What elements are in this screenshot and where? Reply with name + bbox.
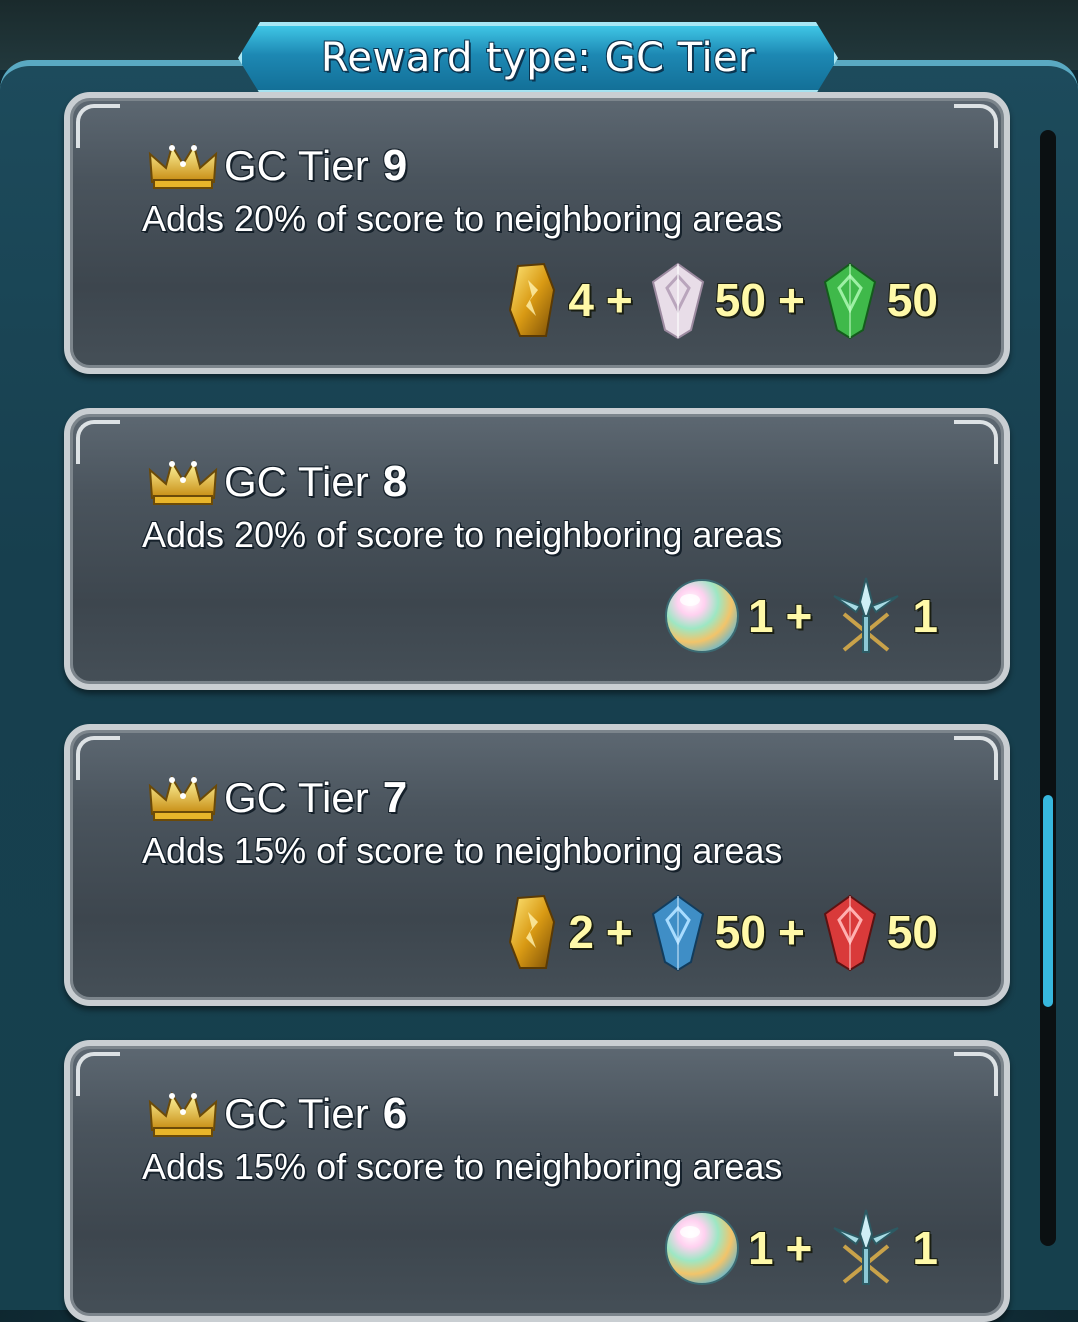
tier-description: Adds 15% of score to neighboring areas <box>142 830 783 871</box>
tier-description: Adds 20% of score to neighboring areas <box>142 514 783 555</box>
blue-crystal-icon <box>647 892 709 972</box>
sword-icon <box>826 576 906 656</box>
plus-sign: + <box>605 274 633 326</box>
tier-number: 7 <box>382 773 408 822</box>
header-title: Reward type: GC Tier <box>320 35 756 81</box>
reward-amount: 50 <box>886 906 938 958</box>
tier-card: GC Tier 8 Adds 20% of score to neighboring… <box>64 408 1010 690</box>
plus-sign: + <box>777 906 805 958</box>
reward-amount: 50 <box>714 274 766 326</box>
tier-number: 8 <box>382 457 408 506</box>
tier-title: GC Tier 9 <box>148 138 407 194</box>
reward-amount: 1 <box>912 1222 938 1274</box>
crown-icon <box>148 142 218 190</box>
tier-title: GC Tier 6 <box>148 1086 407 1142</box>
plus-sign: + <box>777 274 805 326</box>
orb-icon <box>662 576 742 656</box>
scrollbar-track[interactable] <box>1040 130 1056 1246</box>
plus-sign: + <box>785 1222 813 1274</box>
reward-amount: 50 <box>886 274 938 326</box>
grail-icon <box>500 892 562 972</box>
green-crystal-icon <box>819 260 881 340</box>
reward-list: 1 +1 <box>662 1206 938 1290</box>
tier-number: 6 <box>382 1089 408 1138</box>
tier-title: GC Tier 7 <box>148 770 407 826</box>
tier-label: GC Tier <box>224 458 369 505</box>
universal-crystal-icon <box>647 260 709 340</box>
tier-description: Adds 20% of score to neighboring areas <box>142 198 783 239</box>
reward-amount: 4 <box>568 274 594 326</box>
grail-icon <box>500 260 562 340</box>
reward-list: 1 +1 <box>662 574 938 658</box>
scrollbar-thumb[interactable] <box>1043 795 1053 1007</box>
sword-icon <box>826 1208 906 1288</box>
tier-number: 9 <box>382 141 408 190</box>
tier-card: GC Tier 6 Adds 15% of score to neighboring… <box>64 1040 1010 1322</box>
crown-icon <box>148 458 218 506</box>
reward-amount: 50 <box>714 906 766 958</box>
tier-card: GC Tier 7 Adds 15% of score to neighboring… <box>64 724 1010 1006</box>
plus-sign: + <box>785 590 813 642</box>
tier-title: GC Tier 8 <box>148 454 407 510</box>
reward-amount: 1 <box>747 590 774 642</box>
reward-amount: 1 <box>747 1222 774 1274</box>
crown-icon <box>148 1090 218 1138</box>
plus-sign: + <box>605 906 633 958</box>
reward-list: 2 +50 +50 <box>500 890 938 974</box>
tier-label: GC Tier <box>224 142 369 189</box>
reward-amount: 2 <box>568 906 594 958</box>
tier-label: GC Tier <box>224 774 369 821</box>
tier-description: Adds 15% of score to neighboring areas <box>142 1146 783 1187</box>
tier-card: GC Tier 9 Adds 20% of score to neighboring… <box>64 92 1010 374</box>
orb-icon <box>662 1208 742 1288</box>
reward-amount: 1 <box>912 590 938 642</box>
red-crystal-icon <box>819 892 881 972</box>
tier-label: GC Tier <box>224 1090 369 1137</box>
reward-type-header: Reward type: GC Tier <box>238 22 838 94</box>
crown-icon <box>148 774 218 822</box>
reward-list: 4 +50 +50 <box>500 258 938 342</box>
